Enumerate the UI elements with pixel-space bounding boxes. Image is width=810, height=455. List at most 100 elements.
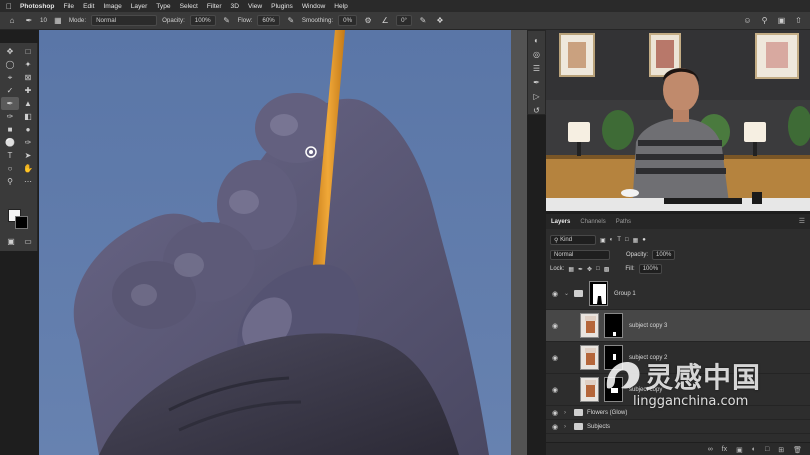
brush-settings-icon[interactable]: ▦ [52, 15, 64, 27]
brush-tool-icon[interactable]: ✒ [23, 15, 35, 27]
adjustments-panel-icon[interactable]: ◎ [533, 49, 540, 61]
airbrush-icon[interactable]: ✎ [285, 15, 297, 27]
filter-shape-icon[interactable]: □ [625, 237, 629, 243]
menu-plugins[interactable]: Plugins [271, 3, 293, 10]
angle-input[interactable]: 0° [396, 15, 412, 26]
menu-app-name[interactable]: Photoshop [20, 3, 54, 10]
visibility-eye-icon[interactable]: ◉ [546, 322, 564, 330]
menu-edit[interactable]: Edit [83, 3, 94, 10]
lock-all-icon[interactable]: ▩ [604, 266, 610, 273]
eyedropper-tool-icon[interactable]: ✓ [1, 84, 19, 97]
lock-image-icon[interactable]: ✒ [578, 266, 583, 273]
visibility-eye-icon[interactable]: ◉ [546, 290, 564, 298]
link-layers-icon[interactable]: ∞ [708, 446, 713, 453]
zoom-tool-icon[interactable]: ⚲ [1, 175, 19, 188]
share-icon[interactable]: ☺ [742, 15, 753, 26]
menu-layer[interactable]: Layer [131, 3, 148, 10]
history-brush-tool-icon[interactable]: ✑ [1, 110, 19, 123]
fill-input[interactable]: 100% [638, 264, 663, 274]
lock-transparent-icon[interactable]: ▦ [568, 266, 574, 273]
visibility-eye-icon[interactable]: ◉ [546, 386, 564, 394]
add-mask-icon[interactable]: ▣ [736, 446, 743, 454]
layer-thumbnail[interactable] [580, 377, 599, 402]
color-panel-icon[interactable]: ◐ [534, 35, 539, 47]
screen-mode-icon[interactable]: ▭ [19, 235, 37, 248]
blend-mode-select[interactable]: Normal [550, 250, 610, 260]
pressure-opacity-icon[interactable]: ✎ [221, 15, 233, 27]
menu-window[interactable]: Window [302, 3, 325, 10]
background-color[interactable] [15, 216, 28, 229]
smoothing-input[interactable]: 0% [338, 15, 358, 26]
menu-help[interactable]: Help [334, 3, 348, 10]
move-tool-icon[interactable]: ✥ [1, 45, 19, 58]
visibility-eye-icon[interactable]: ◉ [546, 354, 564, 362]
gear-icon[interactable]: ⚙ [362, 15, 374, 27]
tab-channels[interactable]: Channels [580, 219, 605, 225]
tab-layers[interactable]: Layers [551, 219, 570, 225]
layer-row-subjects[interactable]: ◉ › Subjects [546, 420, 810, 434]
layer-row-subject-copy-3[interactable]: ◉ subject copy 3 [546, 310, 810, 342]
path-selection-tool-icon[interactable]: ➤ [19, 149, 37, 162]
type-tool-icon[interactable]: T [1, 149, 19, 162]
filter-toggle-icon[interactable]: ● [642, 237, 646, 243]
lock-artboard-icon[interactable]: □ [596, 266, 600, 272]
tab-paths[interactable]: Paths [616, 219, 631, 225]
quick-mask-icon[interactable]: ▣ [2, 235, 20, 248]
menu-type[interactable]: Type [156, 3, 170, 10]
history-panel-icon[interactable]: ↺ [533, 105, 540, 117]
filter-kind-select[interactable]: ⚲ Kind [550, 235, 596, 245]
chevron-right-icon[interactable]: › [564, 410, 574, 416]
hand-tool-icon[interactable]: ✋ [19, 162, 37, 175]
layer-thumbnail[interactable] [580, 345, 599, 370]
fx-icon[interactable]: fx [722, 446, 727, 453]
home-icon[interactable]: ⌂ [6, 15, 18, 27]
marquee-tool-icon[interactable]: □ [19, 45, 37, 58]
menu-view[interactable]: View [248, 3, 262, 10]
trash-icon[interactable]: 🗑 [793, 446, 802, 454]
brush-size[interactable]: 10 [40, 17, 47, 24]
opacity-input[interactable]: 100% [189, 15, 216, 26]
layer-row-subject-copy[interactable]: ◉ subject copy [546, 374, 810, 406]
chevron-down-icon[interactable]: ⌄ [564, 290, 574, 297]
layer-row-group-1[interactable]: ◉ ⌄ Group 1 [546, 278, 810, 310]
adjustment-layer-icon[interactable]: ◐ [752, 446, 756, 453]
flow-input[interactable]: 60% [257, 15, 280, 26]
mode-select[interactable]: Normal [91, 15, 158, 26]
layer-row-subject-copy-2[interactable]: ◉ subject copy 2 [546, 342, 810, 374]
filter-smart-object-icon[interactable]: ▦ [633, 237, 639, 244]
menu-filter[interactable]: Filter [207, 3, 222, 10]
layer-row-flowers-glow[interactable]: ◉ › Flowers (Glow) [546, 406, 810, 420]
crop-tool-icon[interactable]: ⌖ [1, 71, 19, 84]
new-group-icon[interactable]: □ [765, 446, 769, 453]
chevron-right-icon[interactable]: › [564, 424, 574, 430]
filter-adjustment-icon[interactable]: ◐ [610, 237, 614, 243]
panel-menu-icon[interactable]: ☰ [799, 217, 805, 225]
layer-mask-thumbnail[interactable] [604, 377, 623, 402]
search-icon[interactable]: ⚲ [759, 15, 770, 26]
filter-type-icon[interactable]: T [617, 237, 621, 243]
workspace-icon[interactable]: ▣ [776, 15, 787, 26]
group-mask-thumbnail[interactable] [589, 281, 608, 306]
pen-tool-icon[interactable]: ✑ [19, 136, 37, 149]
properties-panel-icon[interactable]: ☰ [533, 63, 540, 75]
actions-panel-icon[interactable]: ▷ [533, 91, 539, 103]
menu-image[interactable]: Image [103, 3, 121, 10]
stamp-tool-icon[interactable]: ▲ [19, 97, 37, 110]
lock-position-icon[interactable]: ✥ [587, 266, 592, 273]
gradient-tool-icon[interactable]: ■ [1, 123, 19, 136]
eraser-tool-icon[interactable]: ◧ [19, 110, 37, 123]
brush-panel-icon[interactable]: ✒ [533, 77, 540, 89]
share-export-icon[interactable]: ⇧ [793, 15, 804, 26]
layer-mask-thumbnail[interactable] [604, 313, 623, 338]
brush-tool-icon[interactable]: ✒ [1, 97, 19, 110]
shape-tool-icon[interactable]: ○ [1, 162, 19, 175]
layer-mask-thumbnail[interactable] [604, 345, 623, 370]
apple-icon[interactable]:  [6, 2, 12, 11]
layer-opacity-input[interactable]: 100% [652, 250, 676, 260]
menu-select[interactable]: Select [180, 3, 198, 10]
document-canvas[interactable] [39, 30, 511, 455]
more-tools-icon[interactable]: ⋯ [19, 175, 37, 188]
filter-pixel-icon[interactable]: ▣ [600, 237, 606, 244]
healing-tool-icon[interactable]: ✚ [19, 84, 37, 97]
frame-tool-icon[interactable]: ⊠ [19, 71, 37, 84]
